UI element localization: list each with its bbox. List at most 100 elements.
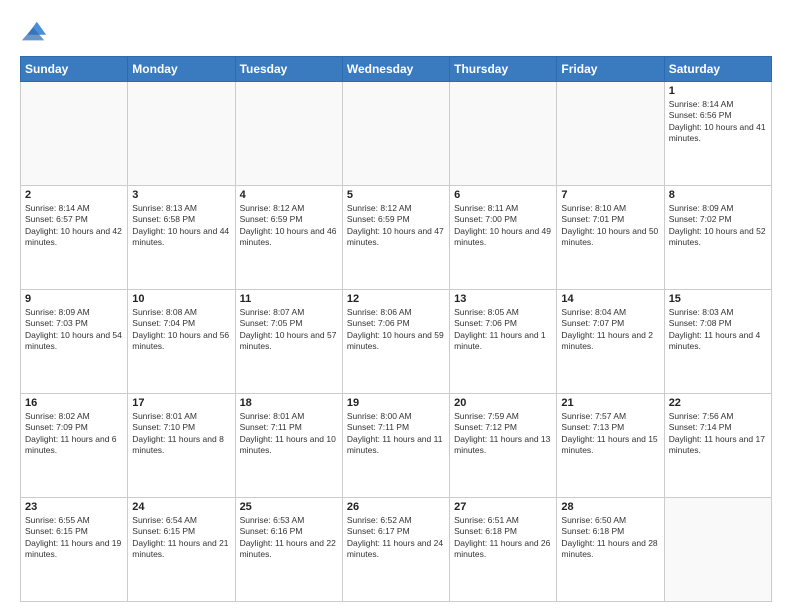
- day-number: 7: [561, 189, 659, 201]
- day-info: Sunrise: 8:00 AM Sunset: 7:11 PM Dayligh…: [347, 411, 445, 457]
- day-info: Sunrise: 6:50 AM Sunset: 6:18 PM Dayligh…: [561, 515, 659, 561]
- day-number: 2: [25, 189, 123, 201]
- day-number: 14: [561, 293, 659, 305]
- day-cell: [235, 82, 342, 186]
- header: [20, 18, 772, 46]
- day-cell: 26 Sunrise: 6:52 AM Sunset: 6:17 PM Dayli…: [342, 498, 449, 602]
- day-info: Sunrise: 8:02 AM Sunset: 7:09 PM Dayligh…: [25, 411, 123, 457]
- day-cell: 28 Sunrise: 6:50 AM Sunset: 6:18 PM Dayli…: [557, 498, 664, 602]
- day-info: Sunrise: 8:06 AM Sunset: 7:06 PM Dayligh…: [347, 307, 445, 353]
- day-info: Sunrise: 8:13 AM Sunset: 6:58 PM Dayligh…: [132, 203, 230, 249]
- day-cell: 3 Sunrise: 8:13 AM Sunset: 6:58 PM Daylig…: [128, 186, 235, 290]
- day-number: 13: [454, 293, 552, 305]
- day-info: Sunrise: 7:59 AM Sunset: 7:12 PM Dayligh…: [454, 411, 552, 457]
- day-info: Sunrise: 8:03 AM Sunset: 7:08 PM Dayligh…: [669, 307, 767, 353]
- day-number: 22: [669, 397, 767, 409]
- day-cell: 16 Sunrise: 8:02 AM Sunset: 7:09 PM Dayli…: [21, 394, 128, 498]
- day-cell: 12 Sunrise: 8:06 AM Sunset: 7:06 PM Dayli…: [342, 290, 449, 394]
- day-cell: 8Sunrise: 8:09 AM Sunset: 7:02 PM Daylig…: [664, 186, 771, 290]
- day-info: Sunrise: 8:01 AM Sunset: 7:10 PM Dayligh…: [132, 411, 230, 457]
- day-cell: [664, 498, 771, 602]
- weekday-header-wednesday: Wednesday: [342, 57, 449, 82]
- day-info: Sunrise: 6:52 AM Sunset: 6:17 PM Dayligh…: [347, 515, 445, 561]
- day-cell: [342, 82, 449, 186]
- day-number: 20: [454, 397, 552, 409]
- logo-icon: [20, 18, 48, 46]
- day-number: 16: [25, 397, 123, 409]
- day-cell: 13Sunrise: 8:05 AM Sunset: 7:06 PM Dayli…: [450, 290, 557, 394]
- day-number: 21: [561, 397, 659, 409]
- day-info: Sunrise: 8:07 AM Sunset: 7:05 PM Dayligh…: [240, 307, 338, 353]
- day-info: Sunrise: 7:57 AM Sunset: 7:13 PM Dayligh…: [561, 411, 659, 457]
- day-cell: 15 Sunrise: 8:03 AM Sunset: 7:08 PM Dayli…: [664, 290, 771, 394]
- weekday-header-sunday: Sunday: [21, 57, 128, 82]
- day-number: 24: [132, 501, 230, 513]
- day-cell: 18 Sunrise: 8:01 AM Sunset: 7:11 PM Dayli…: [235, 394, 342, 498]
- day-info: Sunrise: 7:56 AM Sunset: 7:14 PM Dayligh…: [669, 411, 767, 457]
- day-number: 25: [240, 501, 338, 513]
- day-cell: 4Sunrise: 8:12 AM Sunset: 6:59 PM Daylig…: [235, 186, 342, 290]
- day-cell: 10 Sunrise: 8:08 AM Sunset: 7:04 PM Dayli…: [128, 290, 235, 394]
- day-number: 10: [132, 293, 230, 305]
- day-info: Sunrise: 8:01 AM Sunset: 7:11 PM Dayligh…: [240, 411, 338, 457]
- day-cell: 27Sunrise: 6:51 AM Sunset: 6:18 PM Dayli…: [450, 498, 557, 602]
- day-cell: 20 Sunrise: 7:59 AM Sunset: 7:12 PM Dayli…: [450, 394, 557, 498]
- day-cell: 22 Sunrise: 7:56 AM Sunset: 7:14 PM Dayli…: [664, 394, 771, 498]
- day-cell: 7 Sunrise: 8:10 AM Sunset: 7:01 PM Daylig…: [557, 186, 664, 290]
- day-info: Sunrise: 8:08 AM Sunset: 7:04 PM Dayligh…: [132, 307, 230, 353]
- day-info: Sunrise: 8:10 AM Sunset: 7:01 PM Dayligh…: [561, 203, 659, 249]
- day-cell: 17 Sunrise: 8:01 AM Sunset: 7:10 PM Dayli…: [128, 394, 235, 498]
- day-number: 3: [132, 189, 230, 201]
- day-cell: 23 Sunrise: 6:55 AM Sunset: 6:15 PM Dayli…: [21, 498, 128, 602]
- day-info: Sunrise: 6:54 AM Sunset: 6:15 PM Dayligh…: [132, 515, 230, 561]
- day-cell: 9 Sunrise: 8:09 AM Sunset: 7:03 PM Daylig…: [21, 290, 128, 394]
- weekday-header-friday: Friday: [557, 57, 664, 82]
- day-info: Sunrise: 8:09 AM Sunset: 7:03 PM Dayligh…: [25, 307, 123, 353]
- day-cell: [128, 82, 235, 186]
- day-cell: 6 Sunrise: 8:11 AM Sunset: 7:00 PM Daylig…: [450, 186, 557, 290]
- day-number: 28: [561, 501, 659, 513]
- day-number: 1: [669, 85, 767, 97]
- day-number: 26: [347, 501, 445, 513]
- day-info: Sunrise: 8:12 AM Sunset: 6:59 PM Dayligh…: [240, 203, 338, 249]
- day-cell: 24 Sunrise: 6:54 AM Sunset: 6:15 PM Dayli…: [128, 498, 235, 602]
- day-info: Sunrise: 8:14 AM Sunset: 6:56 PM Dayligh…: [669, 99, 767, 145]
- day-cell: [21, 82, 128, 186]
- weekday-header-thursday: Thursday: [450, 57, 557, 82]
- day-info: Sunrise: 6:55 AM Sunset: 6:15 PM Dayligh…: [25, 515, 123, 561]
- day-info: Sunrise: 8:11 AM Sunset: 7:00 PM Dayligh…: [454, 203, 552, 249]
- day-number: 11: [240, 293, 338, 305]
- day-number: 5: [347, 189, 445, 201]
- day-cell: 25 Sunrise: 6:53 AM Sunset: 6:16 PM Dayli…: [235, 498, 342, 602]
- day-number: 19: [347, 397, 445, 409]
- day-cell: 1 Sunrise: 8:14 AM Sunset: 6:56 PM Daylig…: [664, 82, 771, 186]
- week-row-0: 1 Sunrise: 8:14 AM Sunset: 6:56 PM Daylig…: [21, 82, 772, 186]
- day-cell: 21 Sunrise: 7:57 AM Sunset: 7:13 PM Dayli…: [557, 394, 664, 498]
- week-row-4: 23 Sunrise: 6:55 AM Sunset: 6:15 PM Dayli…: [21, 498, 772, 602]
- day-cell: 11 Sunrise: 8:07 AM Sunset: 7:05 PM Dayli…: [235, 290, 342, 394]
- weekday-header-row: SundayMondayTuesdayWednesdayThursdayFrid…: [21, 57, 772, 82]
- day-number: 9: [25, 293, 123, 305]
- day-cell: 2Sunrise: 8:14 AM Sunset: 6:57 PM Daylig…: [21, 186, 128, 290]
- day-number: 15: [669, 293, 767, 305]
- day-number: 12: [347, 293, 445, 305]
- calendar-table: SundayMondayTuesdayWednesdayThursdayFrid…: [20, 56, 772, 602]
- day-info: Sunrise: 6:53 AM Sunset: 6:16 PM Dayligh…: [240, 515, 338, 561]
- day-number: 18: [240, 397, 338, 409]
- day-cell: 19 Sunrise: 8:00 AM Sunset: 7:11 PM Dayli…: [342, 394, 449, 498]
- day-number: 23: [25, 501, 123, 513]
- day-number: 27: [454, 501, 552, 513]
- day-number: 17: [132, 397, 230, 409]
- day-cell: [557, 82, 664, 186]
- week-row-1: 2Sunrise: 8:14 AM Sunset: 6:57 PM Daylig…: [21, 186, 772, 290]
- day-number: 8: [669, 189, 767, 201]
- logo: [20, 18, 52, 46]
- day-info: Sunrise: 8:12 AM Sunset: 6:59 PM Dayligh…: [347, 203, 445, 249]
- weekday-header-saturday: Saturday: [664, 57, 771, 82]
- week-row-3: 16 Sunrise: 8:02 AM Sunset: 7:09 PM Dayli…: [21, 394, 772, 498]
- day-info: Sunrise: 8:04 AM Sunset: 7:07 PM Dayligh…: [561, 307, 659, 353]
- page: SundayMondayTuesdayWednesdayThursdayFrid…: [0, 0, 792, 612]
- day-cell: 14 Sunrise: 8:04 AM Sunset: 7:07 PM Dayli…: [557, 290, 664, 394]
- weekday-header-monday: Monday: [128, 57, 235, 82]
- day-number: 6: [454, 189, 552, 201]
